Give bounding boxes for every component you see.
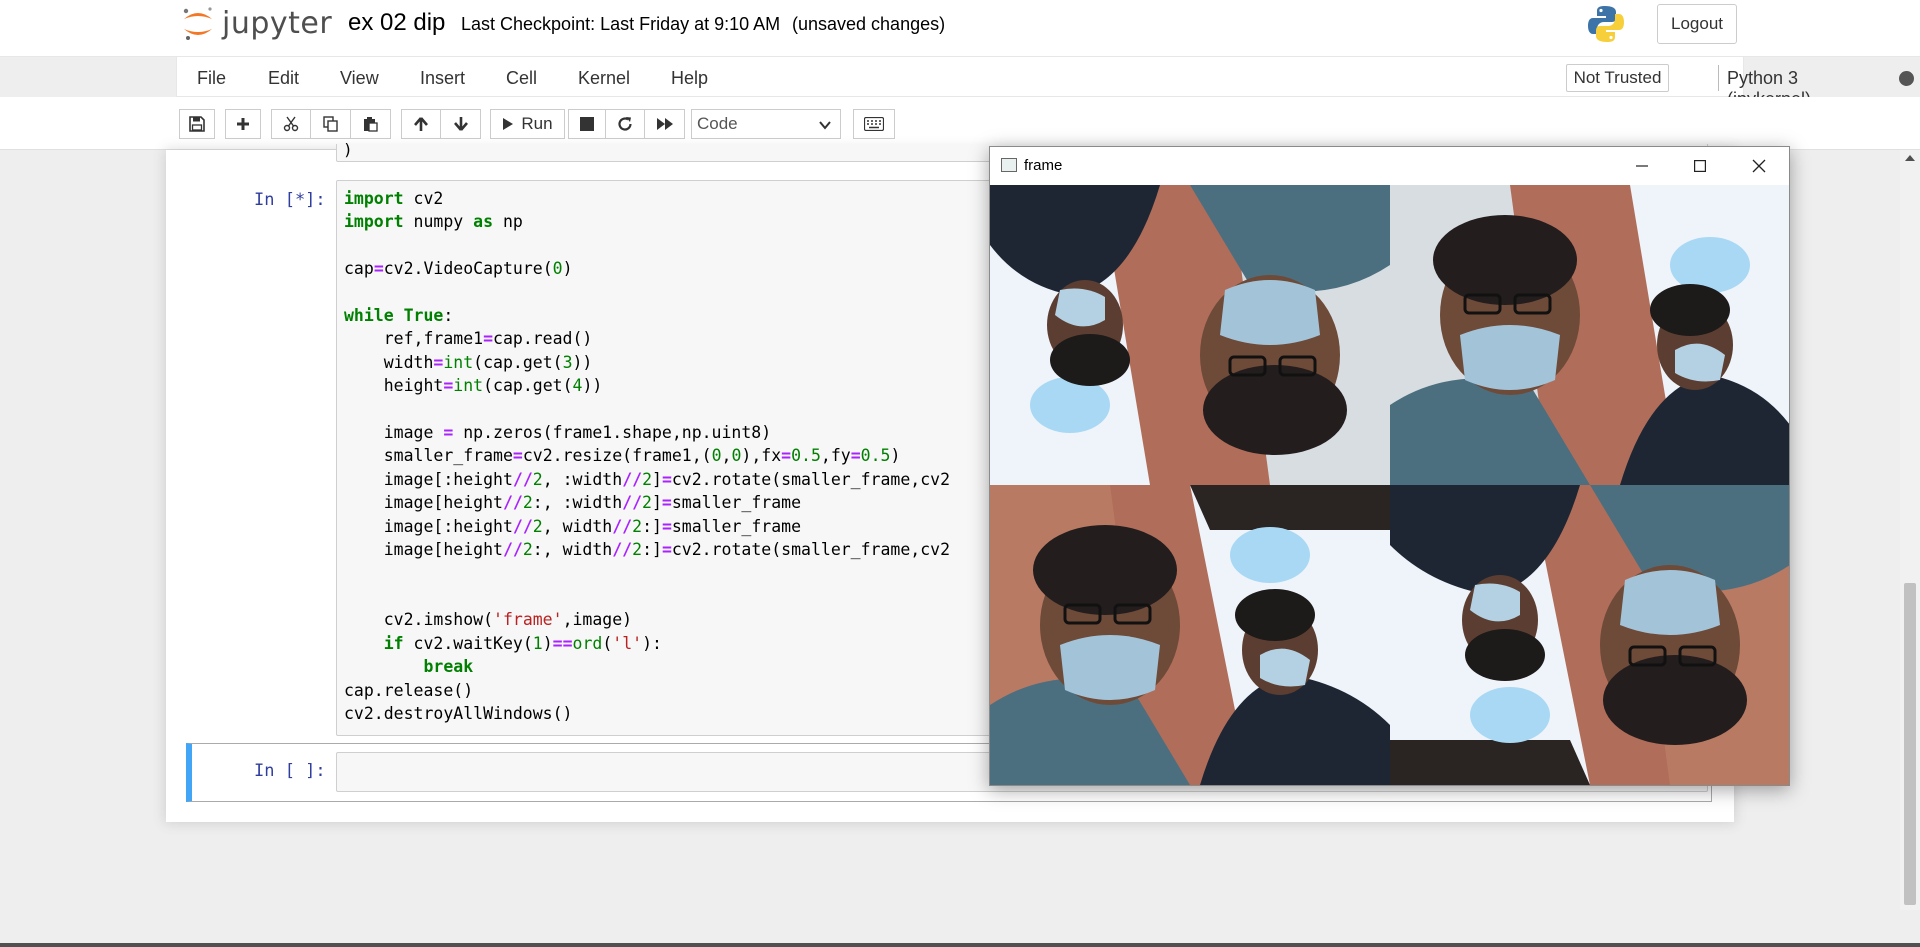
command-palette-button[interactable] [853,109,895,139]
opencv-frame-window[interactable]: frame [989,146,1790,786]
close-icon [1752,159,1766,173]
logout-button[interactable]: Logout [1657,4,1737,44]
code-line: break [423,657,474,677]
code-line: cv2.imshow('frame',image) [344,610,633,630]
keyboard-icon [864,117,884,131]
code-line: cv2.destroyAllWindows() [344,703,573,723]
scrollbar-thumb[interactable] [1904,583,1916,905]
copy-button[interactable] [310,109,351,139]
toolbar: Run Code [0,97,1920,150]
plus-icon [237,118,249,130]
code-line: import numpy as np [344,212,523,232]
paste-button[interactable] [350,109,391,139]
cell-type-select[interactable]: Code [691,109,841,139]
menu-edit[interactable]: Edit [268,68,299,89]
menu-cell[interactable]: Cell [506,68,537,89]
insert-cell-button[interactable] [225,109,261,139]
trust-button[interactable]: Not Trusted [1566,64,1669,92]
close-button[interactable] [1730,147,1788,185]
code-line: cap=cv2.VideoCapture(0) [344,259,573,279]
menu-insert[interactable]: Insert [420,68,465,89]
frame-quadrant-top-right [1390,185,1789,485]
play-icon [503,118,514,130]
copy-icon [322,116,338,132]
restart-run-all-button[interactable] [644,109,685,139]
checkpoint-status: Last Checkpoint: Last Friday at 9:10 AM [461,14,781,34]
save-button[interactable] [179,109,215,139]
move-up-button[interactable] [401,109,441,139]
minimize-button[interactable] [1613,147,1671,185]
code-line: smaller_frame=cv2.resize(frame1,(0,0),fx… [344,446,901,466]
minimize-icon [1636,165,1648,167]
menu-view[interactable]: View [340,68,379,89]
arrow-down-icon [453,117,468,131]
video-frame-image [990,185,1789,785]
page-scrollbar[interactable] [1900,150,1920,910]
frame-quadrant-bottom-right [1390,485,1789,785]
unsaved-indicator: (unsaved changes) [792,14,946,34]
code-line: ​ [344,281,950,304]
stop-icon [580,117,594,131]
fast-forward-icon [656,118,673,130]
run-button[interactable]: Run [490,109,565,139]
kernel-separator [1718,65,1719,91]
menu-help[interactable]: Help [671,68,708,89]
cut-button[interactable] [271,109,311,139]
code-line: image[:height//2, :width//2]=cv2.rotate(… [344,469,951,489]
menubar: File Edit View Insert Cell Kernel Help N… [176,57,1914,109]
code-line: cap.release() [344,680,474,700]
code-line: ​ [344,585,950,608]
notebook-title[interactable]: ex 02 dip [348,9,445,37]
save-icon [189,116,205,132]
code-line: image = np.zeros(frame1.shape,np.uint8) [344,423,772,443]
code-line: image[height//2:, width//2:]=cv2.rotate(… [344,540,951,560]
logo-text: jupyter [222,5,333,41]
arrow-up-icon [414,117,428,131]
code-line: width=int(cap.get(3)) [344,352,593,372]
taskbar-edge [0,943,1920,947]
move-down-button[interactable] [440,109,481,139]
header: jupyter ex 02 dip Last Checkpoint: Last … [0,0,1920,57]
cell-prompt: In [*]: [254,190,326,210]
window-app-icon [1001,158,1017,172]
maximize-button[interactable] [1671,147,1729,185]
window-title: frame [1024,157,1063,174]
cell-type-value: Code [697,114,738,133]
code-line: if cv2.waitKey(1)==ord('l'): [383,633,662,653]
code-line: ref,frame1=cap.read() [344,329,593,349]
code-line: height=int(cap.get(4)) [344,376,603,396]
window-titlebar[interactable]: frame [990,147,1789,185]
interrupt-button[interactable] [568,109,606,139]
run-label: Run [521,114,553,133]
python-logo-icon [1585,3,1627,45]
code-line: ​ [344,234,950,257]
frame-quadrant-bottom-left [990,485,1390,785]
menu-file[interactable]: File [197,68,226,89]
code-line: import cv2 [344,189,444,208]
previous-cell-code: ) [343,140,353,159]
frame-quadrant-top-left [990,185,1390,485]
jupyter-logo[interactable]: jupyter [180,2,332,44]
code-editor[interactable]: import cv2import numpy as np​cap=cv2.Vid… [344,187,950,725]
code-line: while True: [344,306,454,326]
restart-icon [618,117,632,131]
maximize-icon [1694,160,1706,172]
scroll-up-arrow-icon[interactable] [1905,155,1915,161]
restart-button[interactable] [605,109,645,139]
menu-kernel[interactable]: Kernel [578,68,630,89]
cell-prompt: In [ ]: [254,761,326,781]
code-line: ​ [344,562,950,585]
code-line: image[height//2:, :width//2]=smaller_fra… [344,493,801,513]
jupyter-logo-icon [180,5,216,41]
cut-icon [283,116,299,132]
chevron-down-icon [819,121,831,130]
paste-icon [363,117,378,132]
code-line: ​ [344,398,950,421]
kernel-busy-indicator [1899,71,1914,86]
code-line: image[:height//2, width//2:]=smaller_fra… [344,516,802,536]
